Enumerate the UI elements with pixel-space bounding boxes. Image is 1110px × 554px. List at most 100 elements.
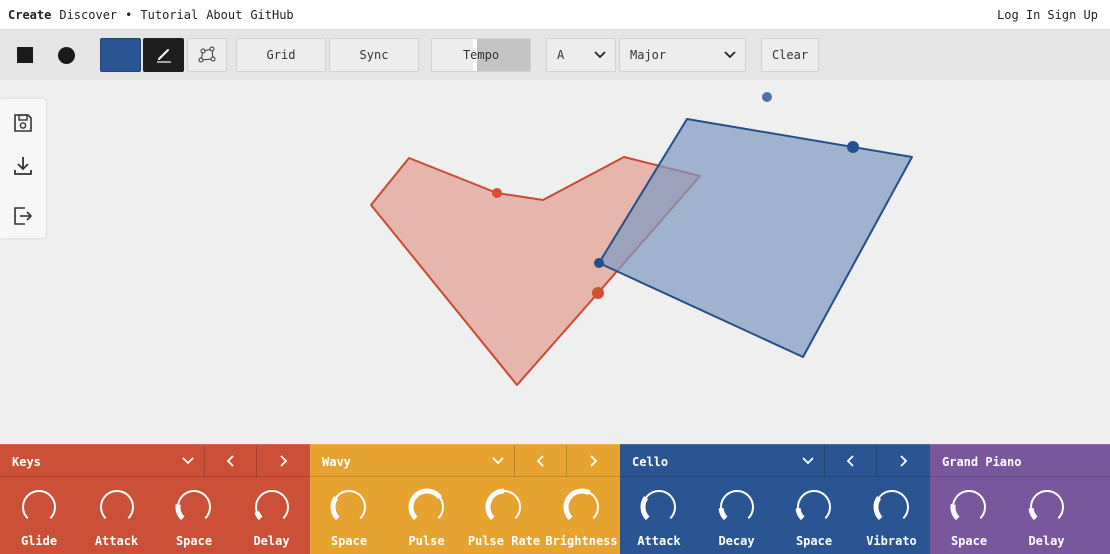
knob-track (177, 490, 211, 520)
instrument-panel: Keys Glide Attack Space Delay Wavy Space Pulse P… (0, 444, 1110, 554)
knob-control[interactable]: Space (930, 488, 1008, 548)
sync-button[interactable]: Sync (329, 38, 419, 72)
knob-control[interactable]: Pulse (388, 488, 466, 548)
header-divider (824, 445, 825, 477)
knob-dial[interactable] (640, 488, 678, 526)
knob-track (642, 490, 676, 520)
header-divider (514, 445, 515, 477)
clear-button[interactable]: Clear (761, 38, 819, 72)
draw-tool-button[interactable] (143, 38, 184, 72)
knob-dial[interactable] (253, 488, 291, 526)
knob-dial[interactable] (330, 488, 368, 526)
red-vertex-handle[interactable] (492, 188, 502, 198)
knob-dial[interactable] (20, 488, 58, 526)
chevron-down-icon[interactable] (801, 454, 815, 468)
knob-dial[interactable] (563, 488, 601, 526)
knob-dial[interactable] (175, 488, 213, 526)
export-button[interactable] (12, 205, 34, 227)
knob-label: Space (175, 534, 213, 548)
knob-value-arc (950, 504, 960, 521)
knob-control[interactable]: Decay (698, 488, 776, 548)
instrument-header[interactable]: Cello (620, 444, 930, 477)
knob-control[interactable]: Attack (620, 488, 698, 548)
knob-dial[interactable] (950, 488, 988, 526)
knob-dial[interactable] (485, 488, 523, 526)
drawing-canvas[interactable] (0, 80, 1110, 444)
knob-label: Decay (718, 534, 755, 548)
knob-track (719, 490, 754, 520)
chevron-right-icon[interactable] (586, 454, 600, 468)
header-divider (256, 445, 257, 477)
tempo-slider[interactable]: Tempo (431, 38, 531, 72)
header-divider (620, 476, 930, 477)
key-value: A (557, 48, 565, 62)
side-panel (0, 99, 46, 238)
knob-control[interactable]: Space (155, 488, 233, 548)
header-divider (930, 476, 1110, 477)
chevron-down-icon[interactable] (181, 454, 195, 468)
knob-control[interactable]: Glide (0, 488, 78, 548)
instrument-header[interactable]: Grand Piano (930, 444, 1110, 476)
chevron-left-icon[interactable] (844, 454, 858, 468)
stop-button[interactable] (8, 38, 42, 72)
knob-control[interactable]: Attack (78, 488, 156, 548)
edit-shape-button[interactable] (187, 38, 227, 72)
knob-label: Attack (637, 534, 681, 548)
nav-discover[interactable]: Discover (59, 8, 117, 22)
chevron-right-icon[interactable] (896, 454, 910, 468)
instrument-grand-piano: Grand Piano Space Delay (930, 444, 1110, 554)
chevron-left-icon[interactable] (534, 454, 548, 468)
knob-dial[interactable] (795, 488, 833, 526)
nav-about[interactable]: About (206, 8, 242, 22)
knob-track (22, 490, 56, 520)
top-nav: Create Discover • Tutorial About GitHub … (0, 0, 1110, 30)
chevron-left-icon[interactable] (224, 454, 238, 468)
key-select[interactable]: A (546, 38, 616, 72)
knob-control[interactable]: Delay (1008, 488, 1086, 548)
chevron-down-icon (724, 51, 736, 59)
knob-dial[interactable] (718, 488, 756, 526)
color-swatch-button[interactable] (100, 38, 141, 72)
knob-control[interactable]: Space (310, 488, 388, 548)
nav-github[interactable]: GitHub (250, 8, 293, 22)
knob-value-arc (408, 488, 442, 521)
chevron-down-icon[interactable] (491, 454, 505, 468)
knob-track (952, 490, 986, 520)
save-button[interactable] (12, 112, 34, 134)
nav-create[interactable]: Create (8, 8, 51, 22)
nav-login[interactable]: Log In (997, 8, 1040, 22)
knob-control[interactable]: Brightness (543, 488, 621, 548)
header-divider (0, 476, 310, 477)
blue-vertex-handle[interactable] (594, 258, 604, 268)
knob-value-arc (330, 496, 340, 521)
blue-playhead (847, 141, 859, 153)
scale-select[interactable]: Major (619, 38, 746, 72)
knob-label: Space (330, 534, 368, 548)
grid-button[interactable]: Grid (236, 38, 326, 72)
knob-track (797, 490, 831, 520)
knob-value-arc (563, 488, 590, 521)
record-icon (57, 46, 75, 64)
chevron-right-icon[interactable] (276, 454, 290, 468)
download-button[interactable] (12, 155, 34, 177)
knob-control[interactable]: Pulse Rate (465, 488, 543, 548)
node-edit-icon (198, 46, 216, 63)
knob-value-arc (873, 496, 883, 521)
stop-icon (17, 47, 33, 63)
nav-signup[interactable]: Sign Up (1047, 8, 1098, 22)
knob-dial[interactable] (408, 488, 446, 526)
knob-control[interactable]: Space (775, 488, 853, 548)
pencil-icon (156, 49, 171, 63)
instrument-header[interactable]: Keys (0, 444, 310, 477)
knob-control[interactable]: Vibrato (853, 488, 931, 548)
knob-dial[interactable] (873, 488, 911, 526)
nav-tutorial[interactable]: Tutorial (140, 8, 198, 22)
instrument-header[interactable]: Wavy (310, 444, 620, 477)
header-divider (310, 476, 620, 477)
record-button[interactable] (49, 38, 83, 72)
blue-shape[interactable] (598, 118, 913, 358)
blue-rotate-handle[interactable] (762, 92, 772, 102)
knob-dial[interactable] (1028, 488, 1066, 526)
knob-control[interactable]: Delay (233, 488, 311, 548)
knob-dial[interactable] (98, 488, 136, 526)
